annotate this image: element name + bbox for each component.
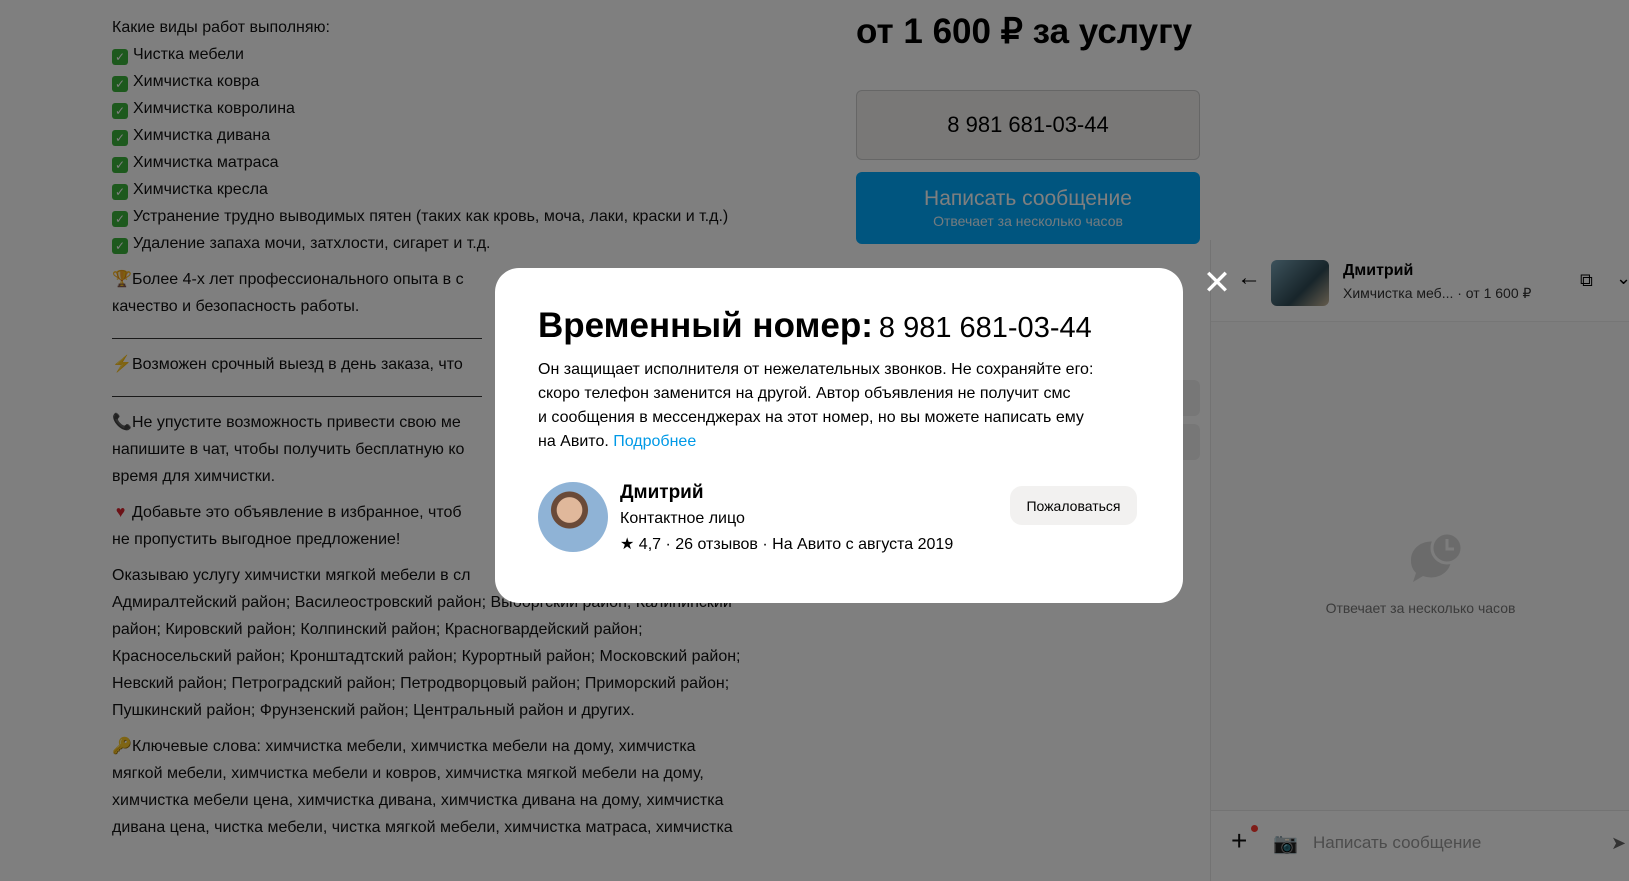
seller-name[interactable]: Дмитрий: [620, 482, 704, 504]
temporary-number: 8 981 681-03-44: [878, 312, 1092, 344]
close-icon[interactable]: ✕: [1201, 266, 1233, 300]
complain-button[interactable]: Пожаловаться: [1010, 486, 1137, 525]
avatar[interactable]: [538, 482, 608, 552]
modal-title: Временный номер: 8 981 681-03-44: [538, 306, 1092, 345]
modal-description: Он защищает исполнителя от нежелательных…: [538, 361, 1094, 450]
temporary-number-modal: Временный номер: 8 981 681-03-44 Он защищ…: [495, 268, 1183, 603]
seller-rating[interactable]: ★ 4,7 · 26 отзывов · На Авито с августа …: [620, 534, 953, 554]
seller-role: Контактное лицо: [620, 510, 745, 527]
more-link[interactable]: Подробнее: [613, 433, 696, 450]
